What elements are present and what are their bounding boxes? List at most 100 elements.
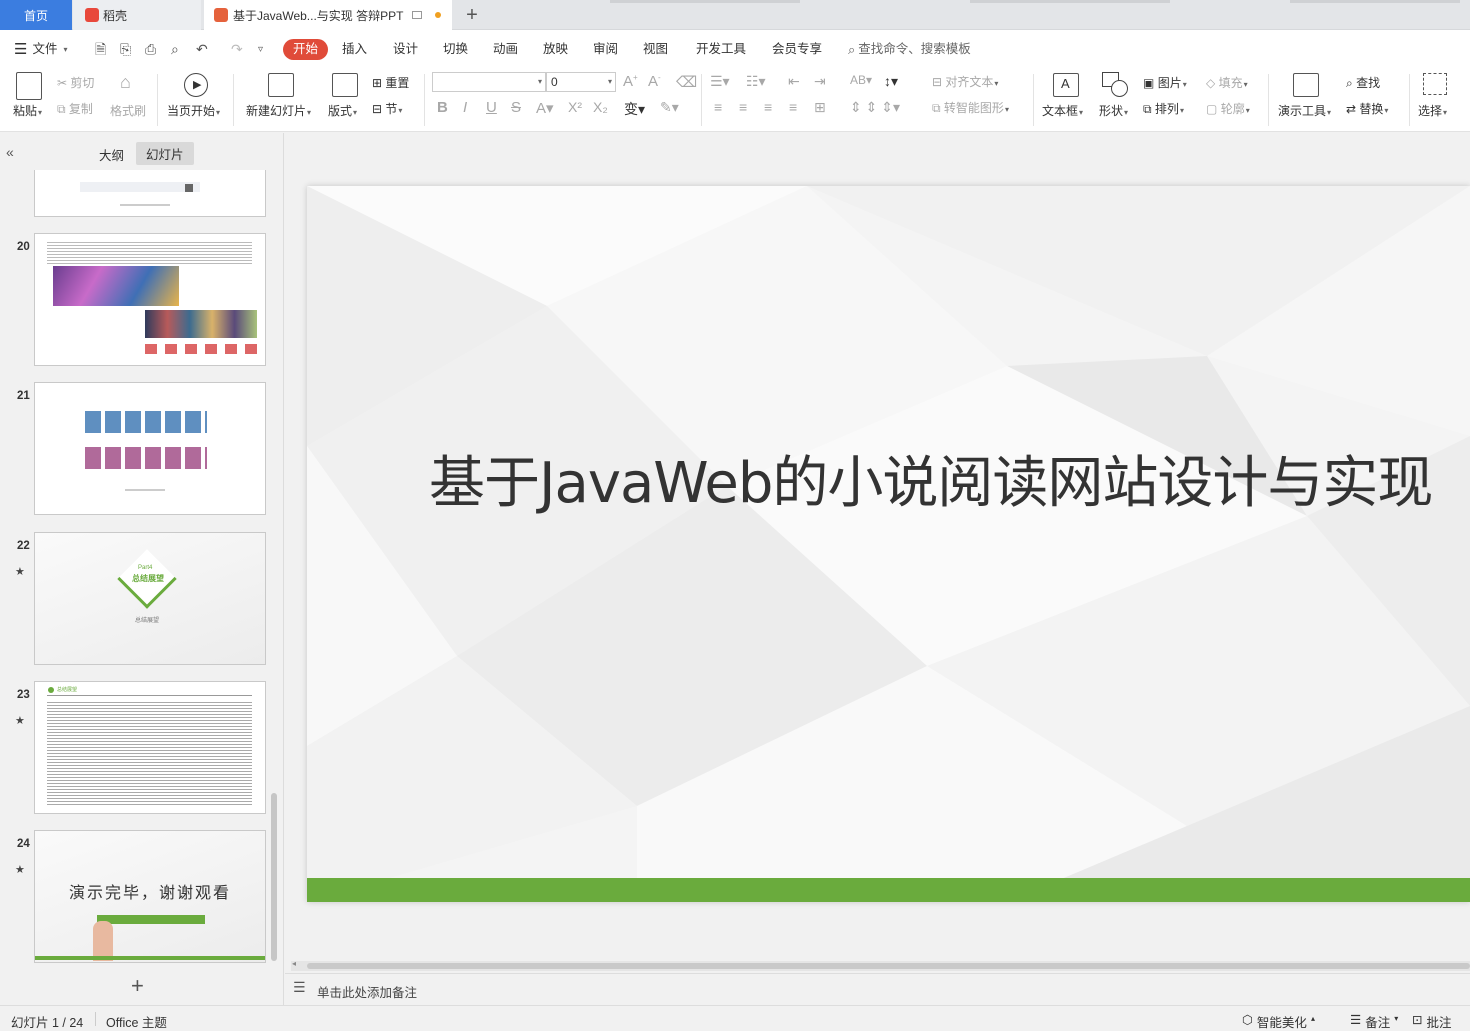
- notes-toggle-button[interactable]: ☰ 备注 ▾: [1350, 1012, 1398, 1031]
- notes-placeholder[interactable]: 单击此处添加备注: [317, 982, 417, 1001]
- highlight-icon[interactable]: ✎▾: [660, 99, 679, 116]
- export-icon[interactable]: ⎘: [120, 39, 131, 60]
- ribbon: 粘贴▾ ✂ 剪切 ⧉ 复制 ⌂ 格式刷 ▶ 当页开始▾ 新建幻灯片▾ 版式▾ ⊞…: [0, 68, 1470, 132]
- quick-access-dropdown-icon[interactable]: ▿: [258, 39, 263, 60]
- collapse-panel-icon[interactable]: «: [6, 144, 14, 160]
- underline-icon[interactable]: U: [486, 99, 497, 116]
- copy-button[interactable]: ⧉ 复制: [57, 100, 93, 117]
- slide-thumbnail-22[interactable]: Part4 总结展望 总结展望: [34, 532, 266, 665]
- text-direction-icon[interactable]: AB▾: [850, 73, 872, 87]
- textbox-button[interactable]: 文本框▾: [1042, 102, 1083, 119]
- comments-button[interactable]: ⊡ 批注: [1412, 1012, 1452, 1031]
- print-icon[interactable]: ⎙: [145, 39, 156, 60]
- menu-member[interactable]: 会员专享: [772, 39, 822, 60]
- decrease-indent-icon[interactable]: ⇤: [788, 73, 800, 90]
- tab-slides[interactable]: 幻灯片: [136, 142, 194, 165]
- add-slide-button[interactable]: +: [131, 973, 144, 999]
- slide-thumbnail-24[interactable]: 演示完毕，谢谢观看: [34, 830, 266, 963]
- arrange-button[interactable]: ⧉ 排列▾: [1143, 100, 1184, 117]
- format-painter-button[interactable]: 格式刷: [110, 102, 146, 119]
- fill-button[interactable]: ◇ 填充▾: [1206, 74, 1248, 91]
- paste-button[interactable]: 粘贴▾: [13, 102, 42, 119]
- select-button[interactable]: 选择▾: [1418, 102, 1447, 119]
- cut-button[interactable]: ✂ 剪切: [57, 74, 94, 91]
- superscript-icon[interactable]: X²: [568, 99, 582, 115]
- distribute-icon[interactable]: ⊞: [814, 99, 826, 116]
- font-color-icon[interactable]: A▾: [536, 99, 554, 117]
- subscript-icon[interactable]: X₂: [593, 99, 608, 115]
- tab-daoke[interactable]: 稻壳: [73, 0, 201, 30]
- bold-icon[interactable]: B: [437, 99, 448, 116]
- presenter-tools-button[interactable]: 演示工具▾: [1278, 102, 1331, 119]
- align-text-button[interactable]: ⊟ 对齐文本▾: [932, 73, 998, 90]
- file-menu[interactable]: ☰ 文件 ▾: [14, 39, 67, 60]
- clear-format-icon[interactable]: ⌫: [676, 73, 697, 91]
- from-current-slide-button[interactable]: 当页开始▾: [167, 102, 220, 119]
- align-right-icon[interactable]: ≡: [764, 99, 772, 115]
- increase-font-icon[interactable]: A+: [623, 73, 638, 90]
- menu-view[interactable]: 视图: [643, 39, 668, 60]
- shapes-button[interactable]: 形状▾: [1099, 102, 1128, 119]
- tab-document[interactable]: 基于JavaWeb...与实现 答辩PPT: [204, 0, 452, 30]
- menu-slideshow[interactable]: 放映: [543, 39, 568, 60]
- new-tab-button[interactable]: +: [458, 0, 486, 30]
- smart-shape-icon: ⧉: [932, 101, 941, 115]
- section-button[interactable]: ⊟ 节▾: [372, 100, 402, 117]
- undo-icon[interactable]: ↶: [196, 39, 208, 60]
- slide-thumbnail-19[interactable]: [34, 170, 266, 217]
- bullets-icon[interactable]: ☰▾: [710, 73, 730, 90]
- save-icon[interactable]: 🗎: [95, 39, 106, 60]
- outline-button[interactable]: ▢ 轮廓▾: [1206, 100, 1250, 117]
- tab-home[interactable]: 首页: [0, 0, 72, 30]
- redo-icon[interactable]: ↷: [231, 39, 243, 60]
- para-spacing-icon[interactable]: ⇕ ⇕ ⇕▾: [850, 99, 900, 116]
- replace-button[interactable]: ⇄ 替换▾: [1346, 100, 1388, 117]
- tab-outline[interactable]: 大纲: [99, 145, 124, 164]
- outline-icon: ▢: [1206, 102, 1218, 116]
- menu-insert[interactable]: 插入: [342, 39, 367, 60]
- notes-pane[interactable]: ☰ 单击此处添加备注: [285, 973, 1470, 1005]
- thumb-section-title: 总结展望: [132, 574, 164, 583]
- scrollbar-thumb[interactable]: [307, 963, 1470, 969]
- menu-start[interactable]: 开始: [283, 39, 329, 60]
- picture-button[interactable]: ▣ 图片▾: [1143, 74, 1187, 91]
- justify-icon[interactable]: ≡: [789, 99, 797, 115]
- horizontal-scrollbar[interactable]: ◂: [291, 959, 1470, 971]
- menu-review[interactable]: 审阅: [593, 39, 618, 60]
- panel-scrollbar[interactable]: [271, 793, 277, 961]
- slide-number-24: 24: [17, 838, 30, 850]
- print-preview-icon[interactable]: ⌕: [171, 39, 179, 60]
- slide-canvas[interactable]: 基于JavaWeb的小说阅读网站设计与实现: [307, 186, 1470, 902]
- increase-indent-icon[interactable]: ⇥: [814, 73, 826, 90]
- align-center-icon[interactable]: ≡: [739, 99, 747, 115]
- command-search[interactable]: ⌕ 查找命令、搜索模板: [848, 39, 971, 60]
- format-painter-label: 格式刷: [110, 104, 147, 118]
- numbering-icon[interactable]: ☷▾: [746, 73, 766, 90]
- align-left-icon[interactable]: ≡: [714, 99, 722, 115]
- menu-design[interactable]: 设计: [393, 39, 418, 60]
- decrease-font-icon[interactable]: A-: [648, 73, 661, 90]
- theme-name[interactable]: Office 主题: [106, 1012, 167, 1031]
- slide-thumbnail-23[interactable]: 总结展望: [34, 681, 266, 814]
- chevron-down-icon: ▾: [1079, 108, 1084, 117]
- italic-icon[interactable]: I: [463, 99, 467, 116]
- slide-title[interactable]: 基于JavaWeb的小说阅读网站设计与实现: [429, 438, 1433, 519]
- phonetic-icon[interactable]: 变▾: [624, 99, 645, 119]
- menu-animation[interactable]: 动画: [493, 39, 518, 60]
- find-button[interactable]: ⌕ 查找: [1346, 74, 1380, 91]
- slide-thumbnail-20[interactable]: [34, 233, 266, 366]
- new-slide-button[interactable]: 新建幻灯片▾: [246, 102, 311, 119]
- thumb-heading: 总结展望: [57, 687, 78, 693]
- layout-button[interactable]: 版式▾: [328, 102, 357, 119]
- font-name-select[interactable]: ▾: [432, 72, 546, 92]
- smart-shape-button[interactable]: ⧉ 转智能图形▾: [932, 99, 1009, 116]
- smart-beautify-button[interactable]: ⬡ 智能美化 ▴: [1242, 1012, 1315, 1031]
- reset-button[interactable]: ⊞ 重置: [372, 74, 409, 91]
- scroll-left-icon[interactable]: ◂: [292, 959, 296, 968]
- slide-thumbnail-21[interactable]: [34, 382, 266, 515]
- menu-transition[interactable]: 切换: [443, 39, 468, 60]
- menu-developer[interactable]: 开发工具: [696, 39, 746, 60]
- line-spacing-icon[interactable]: ↕▾: [884, 73, 898, 90]
- font-size-select[interactable]: 0 ▾: [546, 72, 616, 92]
- strikethrough-icon[interactable]: S: [511, 99, 521, 116]
